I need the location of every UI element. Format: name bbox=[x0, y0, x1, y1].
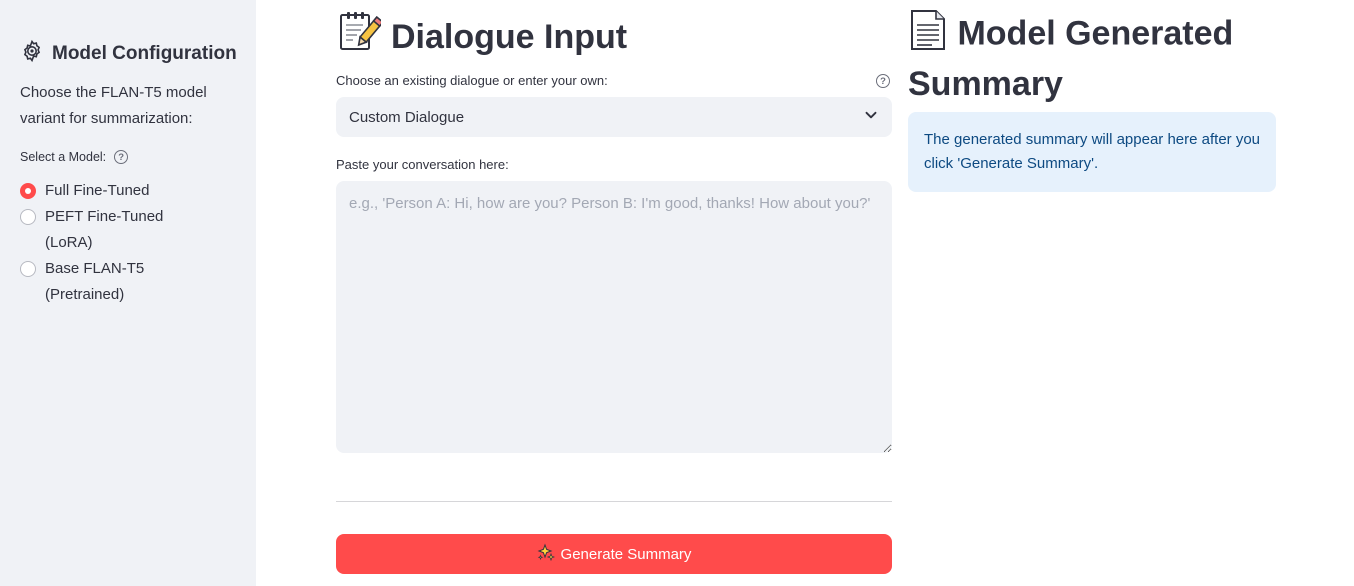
conversation-input[interactable] bbox=[336, 181, 892, 453]
conversation-label: Paste your conversation here: bbox=[336, 157, 509, 172]
summary-info-text: The generated summary will appear here a… bbox=[924, 131, 1261, 172]
radio-dot[interactable] bbox=[20, 209, 36, 225]
help-icon[interactable]: ? bbox=[114, 150, 129, 164]
summary-heading: Model Generated Summary bbox=[908, 9, 1328, 106]
dialogue-select[interactable]: Custom Dialogue bbox=[336, 97, 892, 137]
generate-summary-label: Generate Summary bbox=[560, 545, 692, 563]
dialogue-heading-text: Dialogue Input bbox=[391, 17, 628, 56]
app: Model Configuration Choose the FLAN-T5 m… bbox=[0, 0, 1354, 586]
radio-full-fine-tuned[interactable]: Full Fine-Tuned bbox=[20, 178, 240, 204]
radio-label: Base FLAN-T5 (Pretrained) bbox=[45, 260, 145, 303]
divider bbox=[336, 501, 892, 502]
dialogue-select-value: Custom Dialogue bbox=[349, 108, 465, 126]
radio-dot[interactable] bbox=[20, 261, 36, 277]
sparkles-icon bbox=[537, 543, 555, 565]
radio-peft-fine-tuned[interactable]: PEFT Fine-Tuned (LoRA) bbox=[20, 204, 240, 256]
page-icon bbox=[908, 9, 948, 62]
summary-heading-text: Model Generated Summary bbox=[908, 14, 1234, 103]
chevron-down-icon[interactable] bbox=[864, 108, 878, 126]
dialogue-heading: Dialogue Input bbox=[337, 9, 627, 64]
sidebar-title: Model Configuration bbox=[20, 39, 237, 69]
memo-icon bbox=[337, 9, 385, 64]
help-icon[interactable]: ? bbox=[876, 74, 890, 88]
summary-info-box: The generated summary will appear here a… bbox=[908, 112, 1276, 192]
radio-dot-selected[interactable] bbox=[20, 183, 36, 199]
radio-base-flan-t5[interactable]: Base FLAN-T5 (Pretrained) bbox=[20, 256, 240, 308]
radio-label: PEFT Fine-Tuned (LoRA) bbox=[45, 208, 164, 251]
model-radio-group: Full Fine-Tuned PEFT Fine-Tuned (LoRA) B… bbox=[20, 178, 240, 308]
sidebar: Model Configuration Choose the FLAN-T5 m… bbox=[0, 0, 256, 586]
generate-summary-button[interactable]: Generate Summary bbox=[336, 534, 892, 574]
gear-icon bbox=[20, 39, 44, 69]
sidebar-title-text: Model Configuration bbox=[52, 43, 237, 64]
model-select-label: Select a Model: ? bbox=[20, 150, 129, 164]
dialogue-select-label: Choose an existing dialogue or enter you… bbox=[336, 73, 608, 88]
model-select-label-text: Select a Model: bbox=[20, 150, 107, 164]
radio-label: Full Fine-Tuned bbox=[45, 182, 150, 199]
sidebar-description: Choose the FLAN-T5 model variant for sum… bbox=[20, 84, 207, 127]
